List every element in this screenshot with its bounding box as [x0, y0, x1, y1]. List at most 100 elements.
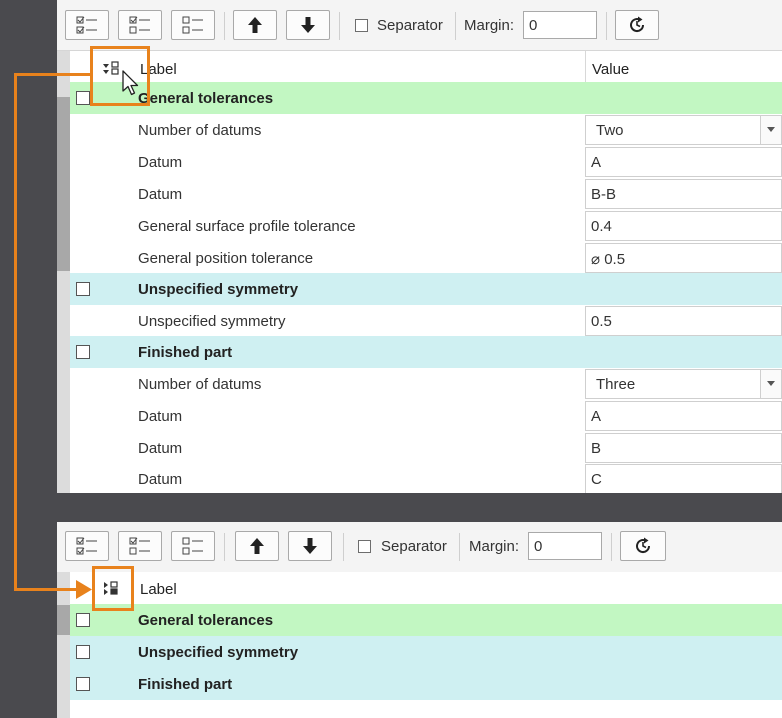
property-label: Datum — [138, 471, 183, 488]
connector-line — [14, 73, 92, 76]
check-all-button[interactable] — [65, 10, 109, 40]
property-label: Datum — [138, 186, 183, 203]
group-checkbox[interactable] — [76, 282, 90, 296]
group-row-unspecified-symmetry[interactable]: Unspecified symmetry — [70, 636, 782, 668]
group-label: Unspecified symmetry — [138, 644, 299, 661]
group-row-general-tolerances[interactable]: General tolerances — [70, 82, 782, 114]
number-of-datums-dropdown[interactable]: Two — [585, 115, 782, 145]
toolbar: Separator Margin: — [57, 0, 782, 51]
row-gutter — [57, 51, 70, 493]
group-row-general-tolerances[interactable]: General tolerances — [70, 604, 782, 636]
check-all-button[interactable] — [65, 531, 109, 561]
uncheck-all-button[interactable] — [171, 531, 215, 561]
property-row: Datum B — [70, 432, 782, 464]
separator-label: Separator — [381, 538, 447, 555]
reset-button[interactable] — [620, 531, 666, 561]
chevron-down-icon[interactable] — [760, 116, 781, 144]
property-grid: Label General tolerances Unspecified sym… — [57, 572, 782, 718]
arrow-up-icon — [248, 17, 262, 33]
check-selected-button[interactable] — [118, 10, 162, 40]
mouse-pointer-icon — [122, 70, 139, 96]
property-label: General surface profile tolerance — [138, 218, 356, 235]
move-up-button[interactable] — [235, 531, 279, 561]
move-down-button[interactable] — [288, 531, 332, 561]
separator-checkbox[interactable] — [355, 19, 368, 32]
property-row: Number of datums Two — [70, 114, 782, 146]
margin-label: Margin: — [469, 538, 520, 555]
surface-profile-tolerance-field[interactable]: 0.4 — [585, 211, 782, 241]
property-label: Number of datums — [138, 376, 262, 393]
connector-line — [14, 588, 78, 591]
group-checkbox[interactable] — [76, 677, 90, 691]
uncheck-all-button[interactable] — [171, 10, 215, 40]
property-label: Unspecified symmetry — [138, 313, 286, 330]
grid-header: Label Value — [70, 51, 782, 86]
uncheck-all-icon — [182, 16, 203, 34]
property-row: Datum A — [70, 146, 782, 178]
datum-value-field[interactable]: A — [585, 147, 782, 177]
toolbar: Separator Margin: — [57, 522, 782, 573]
group-checkbox[interactable] — [76, 645, 90, 659]
arrow-down-icon — [301, 17, 315, 33]
highlight-box-top — [90, 46, 150, 106]
check-some-icon — [129, 537, 150, 555]
group-label: Unspecified symmetry — [138, 281, 299, 298]
property-label: Datum — [138, 408, 183, 425]
check-selected-button[interactable] — [118, 531, 162, 561]
property-row: Datum C — [70, 463, 782, 493]
property-row: Unspecified symmetry 0.5 — [70, 305, 782, 337]
number-of-datums-dropdown[interactable]: Three — [585, 369, 782, 399]
chevron-down-icon[interactable] — [760, 370, 781, 398]
property-row: General position tolerance ⌀ 0.5 — [70, 242, 782, 274]
property-row: Number of datums Three — [70, 368, 782, 400]
group-label: Finished part — [138, 676, 233, 693]
margin-input[interactable] — [528, 532, 602, 560]
move-down-button[interactable] — [286, 10, 330, 40]
property-panel-expanded: Separator Margin: Label — [57, 0, 782, 493]
group-checkbox[interactable] — [76, 91, 90, 105]
property-label: General position tolerance — [138, 250, 314, 267]
property-panel-collapsed: Separator Margin: Label — [57, 522, 782, 718]
datum-value-field[interactable]: A — [585, 401, 782, 431]
property-row: General surface profile tolerance 0.4 — [70, 210, 782, 242]
reset-button[interactable] — [615, 10, 659, 40]
margin-input[interactable] — [523, 11, 597, 39]
position-tolerance-field[interactable]: ⌀ 0.5 — [585, 243, 782, 273]
dropdown-value: Two — [596, 122, 624, 139]
highlight-box-bottom — [92, 566, 134, 611]
property-row: Datum B-B — [70, 178, 782, 210]
datum-value-field[interactable]: B — [585, 433, 782, 463]
grid-header: Label — [70, 572, 782, 605]
connector-arrow-icon — [76, 580, 92, 599]
connector-line — [14, 73, 17, 591]
dropdown-value: Three — [596, 376, 636, 393]
check-all-icon — [76, 537, 97, 555]
group-label: Finished part — [138, 344, 233, 361]
group-row-finished-part[interactable]: Finished part — [70, 668, 782, 700]
refresh-icon — [630, 16, 645, 33]
unspecified-symmetry-field[interactable]: 0.5 — [585, 306, 782, 336]
refresh-icon — [636, 537, 651, 554]
separator-checkbox[interactable] — [358, 540, 371, 553]
property-label: Number of datums — [138, 122, 262, 139]
property-row: Datum A — [70, 400, 782, 432]
check-all-icon — [76, 16, 97, 34]
arrow-up-icon — [250, 538, 264, 554]
move-up-button[interactable] — [233, 10, 277, 40]
row-gutter — [57, 572, 70, 718]
group-row-finished-part[interactable]: Finished part — [70, 336, 782, 368]
datum-value-field[interactable]: C — [585, 464, 782, 493]
separator-label: Separator — [377, 17, 443, 34]
uncheck-all-icon — [182, 537, 203, 555]
datum-value-field[interactable]: B-B — [585, 179, 782, 209]
arrow-down-icon — [303, 538, 317, 554]
label-column-header[interactable]: Label — [140, 581, 177, 598]
check-some-icon — [129, 16, 150, 34]
margin-label: Margin: — [464, 17, 515, 34]
group-row-unspecified-symmetry[interactable]: Unspecified symmetry — [70, 273, 782, 305]
property-grid: Label Value General tolerances Number of… — [57, 51, 782, 493]
property-label: Datum — [138, 440, 183, 457]
group-checkbox[interactable] — [76, 613, 90, 627]
group-checkbox[interactable] — [76, 345, 90, 359]
value-column-header[interactable]: Value — [585, 51, 782, 85]
